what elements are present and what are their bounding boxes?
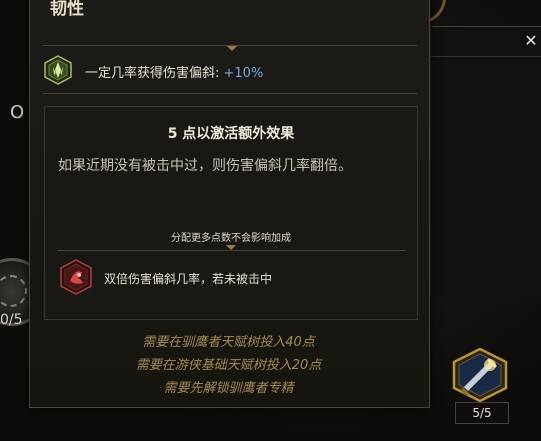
requirement-line: 需要在游侠基础天赋树投入20点 xyxy=(135,358,322,373)
red-rune-icon xyxy=(60,259,92,295)
divider-ornament xyxy=(226,245,236,251)
stat-value: +10% xyxy=(223,66,264,81)
tooltip-title: 韧性 xyxy=(50,0,84,19)
bonus-row: 双倍伤害偏斜几率，若未被击中 xyxy=(59,259,407,295)
close-icon[interactable]: ✕ xyxy=(523,31,539,51)
bonus-box: 5 点以激活额外效果 如果近期没有被击中过，则伤害偏斜几率翻倍。 分配更多点数不… xyxy=(44,106,418,320)
background-panel-divider xyxy=(430,56,541,57)
stat-label: 一定几率获得伤害偏斜: xyxy=(85,66,224,81)
requirement-line: 需要在驯鹰者天赋树投入40点 xyxy=(142,335,315,350)
sword-strike-icon[interactable] xyxy=(450,347,510,403)
stat-description: 一定几率获得伤害偏斜: +10% xyxy=(85,62,263,81)
bonus-box-title: 5 点以激活额外效果 xyxy=(167,126,295,142)
requirement-line: 需要先解锁驯鹰者专精 xyxy=(163,381,294,396)
stat-row: 一定几率获得伤害偏斜: +10% xyxy=(43,55,413,87)
bonus-box-description: 如果近期没有被击中过，则伤害偏斜几率翻倍。 xyxy=(58,158,352,174)
divider-ornament xyxy=(227,46,237,52)
stat-divider xyxy=(43,93,417,94)
shield-leaf-icon xyxy=(44,55,72,85)
background-panel xyxy=(430,26,541,297)
game-screen: ✕ O 0/5 韧性 一定几率获得伤害偏斜: +10% 5 点以激活额外效果 如… xyxy=(0,0,541,441)
bonus-box-note: 分配更多点数不会影响加成 xyxy=(171,233,291,244)
left-skill-node-count: 0/5 xyxy=(0,312,23,328)
skill-node-count: 5/5 xyxy=(455,402,509,424)
background-text-fragment: O xyxy=(10,102,25,123)
bottom-edge xyxy=(0,436,541,441)
bonus-description: 双倍伤害偏斜几率，若未被击中 xyxy=(104,272,273,286)
